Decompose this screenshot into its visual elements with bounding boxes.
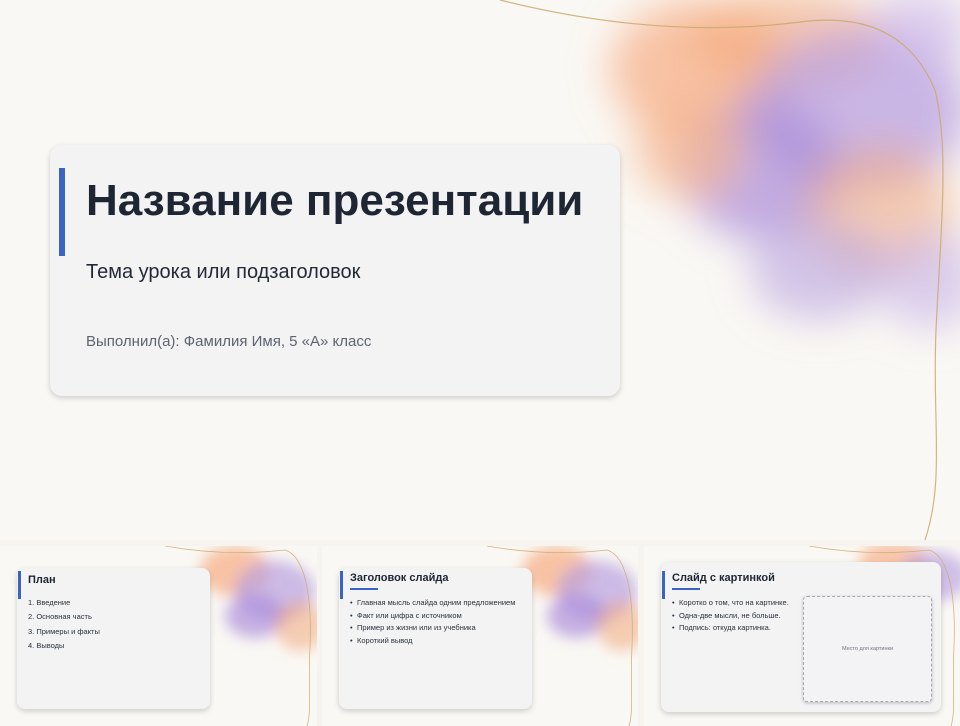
title-underline [350,588,378,590]
title-accent-bar [59,168,65,256]
title-accent-bar [18,571,21,599]
slide-thumbnail-content[interactable]: Заголовок слайда Главная мысль слайда од… [322,546,638,726]
title-underline [672,588,700,590]
main-slide[interactable]: Название презентации Тема урока или подз… [0,0,960,540]
bullet-list: Коротко о том, что на картинке. Одна-две… [672,598,789,636]
title-accent-bar [662,571,665,599]
title-accent-bar [340,571,343,599]
list-item: Главная мысль слайда одним предложением [350,598,515,611]
list-item: Пример из жизни или из учебника [350,623,515,636]
slide-title: Заголовок слайда [350,572,449,584]
bullet-list: Главная мысль слайда одним предложением … [350,598,515,648]
image-placeholder-label: Место для картинки [841,646,894,652]
list-item: 2. Основная часть [28,612,92,622]
slide-thumbnail-image[interactable]: Слайд с картинкой Коротко о том, что на … [644,546,960,726]
image-placeholder[interactable]: Место для картинки [803,596,932,702]
slide-title: Слайд с картинкой [672,572,775,584]
list-item: Подпись: откуда картинка. [672,623,789,636]
list-item: Одна-две мысли, не больше. [672,611,789,624]
list-item: 4. Выводы [28,640,65,650]
plan-list: 1. Введение 2. Основная часть 3. Примеры… [28,598,100,655]
author-line[interactable]: Выполнил(а): Фамилия Имя, 5 «А» класс [86,333,371,350]
slide-title: План [28,574,56,586]
list-item: 1. Введение [28,598,71,607]
list-item: Коротко о том, что на картинке. [672,598,789,611]
list-item: Факт или цифра с источником [350,611,515,624]
slide-thumbnail-plan[interactable]: План 1. Введение 2. Основная часть 3. Пр… [0,546,317,726]
presentation-subtitle[interactable]: Тема урока или подзаголовок [86,261,360,284]
list-item: Короткий вывод [350,636,515,649]
list-item: 3. Примеры и факты [28,626,100,636]
presentation-title[interactable]: Название презентации [86,176,583,226]
